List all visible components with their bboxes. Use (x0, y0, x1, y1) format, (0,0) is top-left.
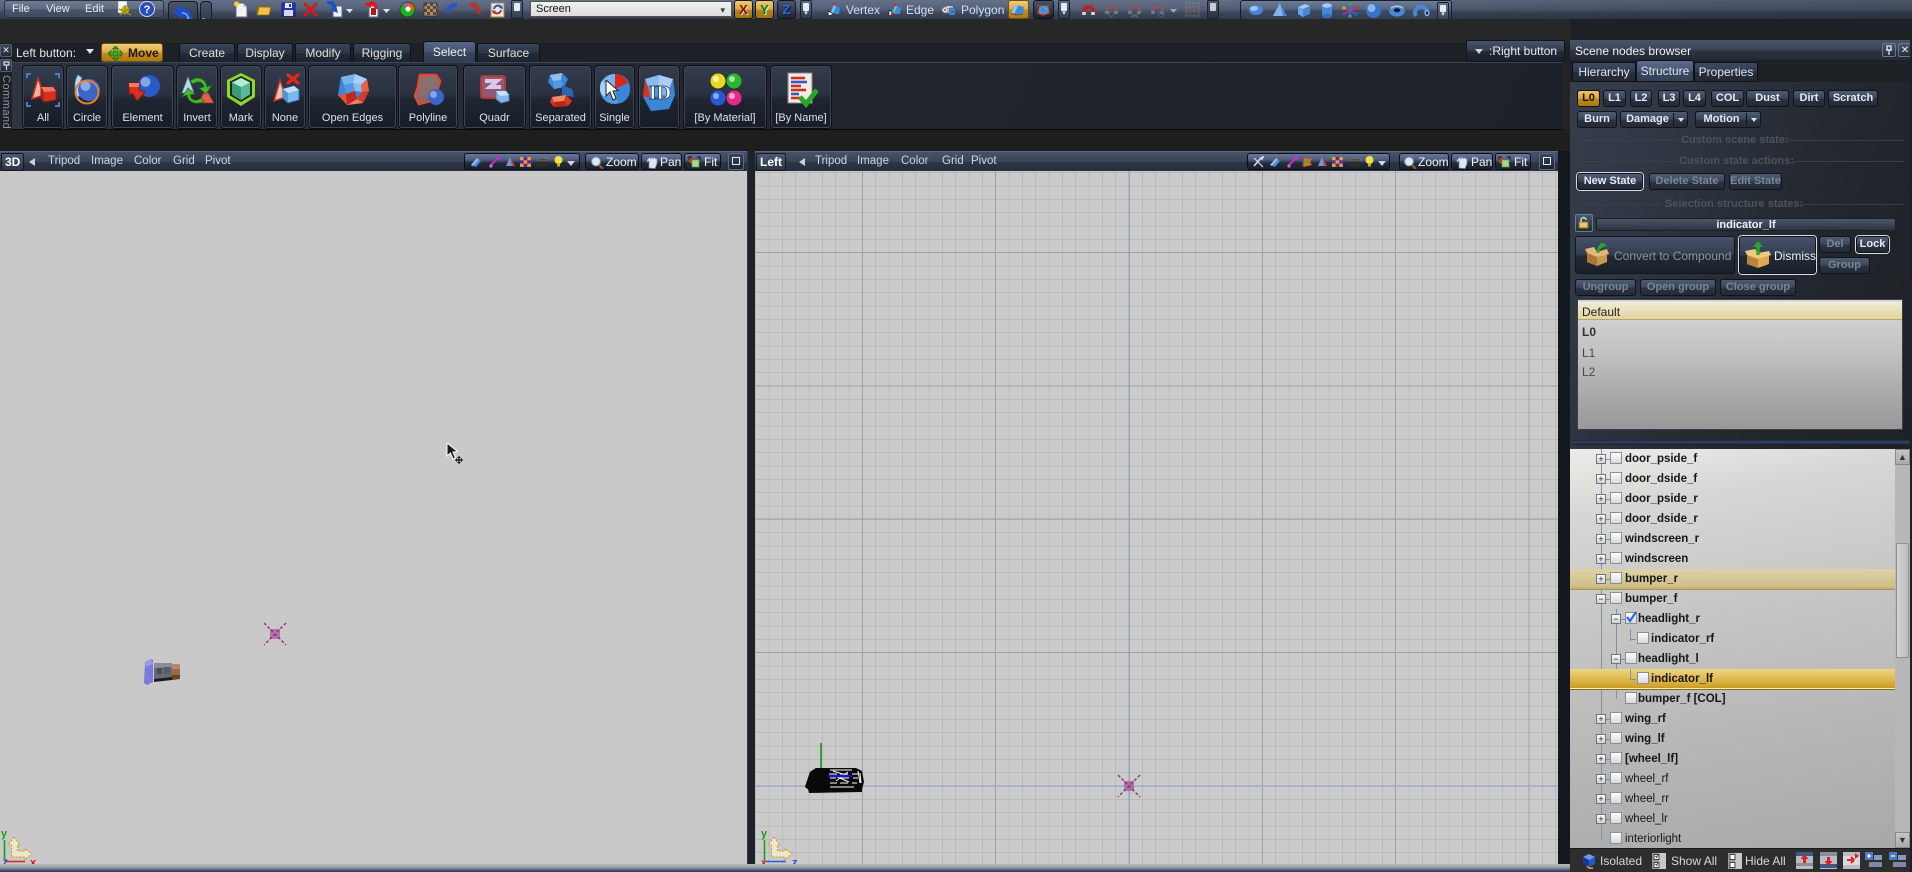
svg-text:?: ? (144, 4, 151, 16)
svg-text:y: y (1, 828, 8, 840)
svg-text:ID: ID (649, 82, 671, 104)
svg-text:y: y (761, 828, 768, 840)
